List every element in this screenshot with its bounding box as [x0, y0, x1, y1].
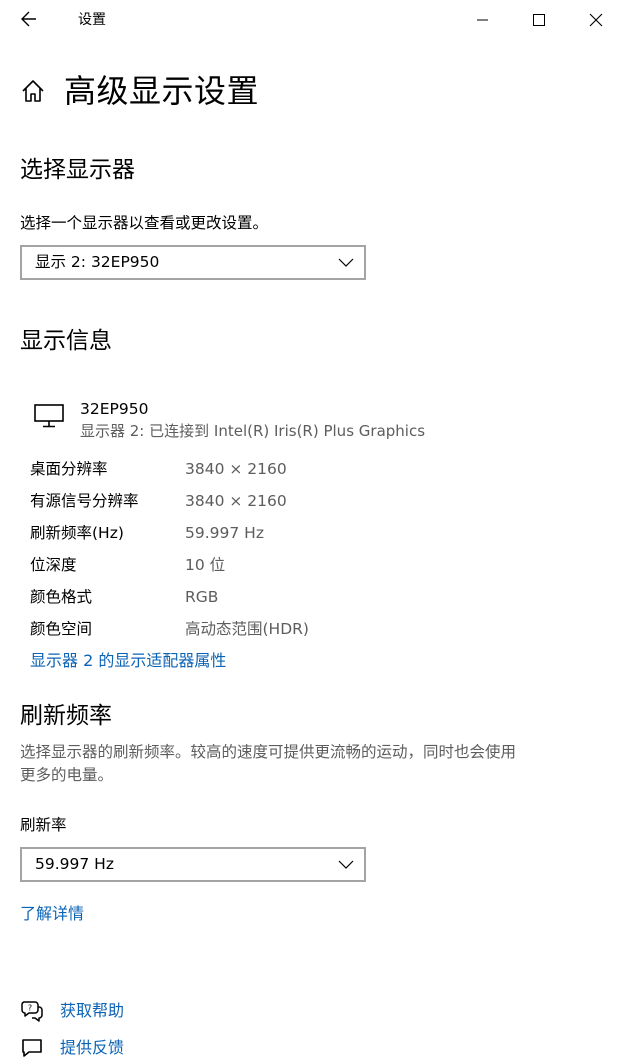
page-title: 高级显示设置: [64, 72, 260, 110]
info-label-bit-depth: 位深度: [30, 556, 77, 574]
home-icon[interactable]: [20, 78, 46, 104]
feedback-icon: [20, 1036, 44, 1060]
info-label-active-signal-resolution: 有源信号分辨率: [30, 492, 139, 510]
info-value-bit-depth: 10 位: [185, 556, 226, 574]
info-label-color-space: 颜色空间: [30, 620, 93, 638]
info-value-refresh-rate: 59.997 Hz: [185, 524, 264, 542]
feedback-link[interactable]: 提供反馈: [60, 1037, 124, 1059]
select-display-heading: 选择显示器: [20, 157, 135, 183]
info-label-desktop-resolution: 桌面分辨率: [30, 460, 108, 478]
info-value-color-format: RGB: [185, 588, 219, 606]
close-button[interactable]: [576, 4, 616, 36]
refresh-rate-value: 59.997 Hz: [35, 855, 114, 873]
refresh-rate-dropdown[interactable]: 59.997 Hz: [20, 847, 366, 882]
monitor-name: 32EP950: [80, 400, 149, 418]
display-adapter-properties-link[interactable]: 显示器 2 的显示适配器属性: [30, 650, 226, 672]
maximize-button[interactable]: [519, 4, 559, 36]
info-value-desktop-resolution: 3840 × 2160: [185, 460, 287, 478]
monitor-icon: [34, 404, 64, 428]
maximize-icon: [533, 14, 545, 26]
refresh-rate-description-line1: 选择显示器的刷新频率。较高的速度可提供更流畅的运动，同时也会使用: [20, 743, 517, 761]
refresh-rate-heading: 刷新频率: [20, 703, 112, 729]
minimize-icon: [477, 19, 488, 21]
display-select-dropdown[interactable]: 显示 2: 32EP950: [20, 245, 366, 280]
learn-more-link[interactable]: 了解详情: [20, 903, 84, 925]
info-label-color-format: 颜色格式: [30, 588, 93, 606]
back-button[interactable]: [18, 6, 42, 32]
close-icon: [589, 13, 603, 27]
refresh-rate-description-line2: 更多的电量。: [20, 766, 114, 784]
monitor-detail: 显示器 2: 已连接到 Intel(R) Iris(R) Plus Graphi…: [80, 422, 426, 440]
back-arrow-icon: [21, 11, 36, 27]
chevron-down-icon: [338, 258, 354, 267]
refresh-rate-field-label: 刷新率: [20, 816, 67, 834]
svg-text:?: ?: [28, 1004, 32, 1013]
get-help-link[interactable]: 获取帮助: [60, 1000, 124, 1022]
select-display-description: 选择一个显示器以查看或更改设置。: [20, 214, 269, 232]
info-value-active-signal-resolution: 3840 × 2160: [185, 492, 287, 510]
info-value-color-space: 高动态范围(HDR): [185, 620, 309, 638]
minimize-button[interactable]: [463, 4, 503, 36]
info-label-refresh-rate: 刷新频率(Hz): [30, 524, 124, 542]
display-select-value: 显示 2: 32EP950: [35, 253, 160, 271]
window-title: 设置: [78, 12, 106, 28]
help-chat-icon: ?: [20, 999, 44, 1023]
chevron-down-icon: [338, 860, 354, 869]
display-info-heading: 显示信息: [20, 328, 112, 354]
refresh-rate-description: 选择显示器的刷新频率。较高的速度可提供更流畅的运动，同时也会使用 更多的电量。: [20, 741, 600, 787]
